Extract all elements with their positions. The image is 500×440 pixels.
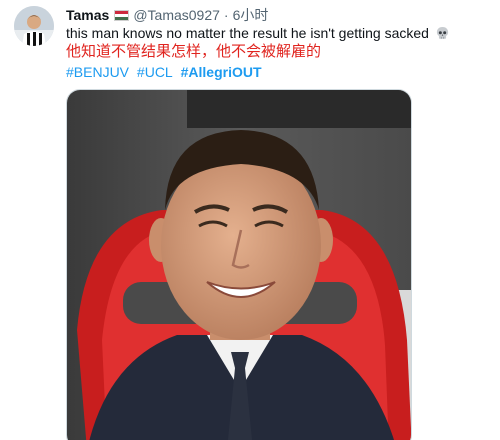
tweet-text-content: this man knows no matter the result he i…	[66, 25, 429, 41]
photo-illustration	[67, 90, 411, 440]
tweet-photo[interactable]	[66, 89, 412, 440]
separator-dot: ·	[223, 7, 229, 23]
translation-text: 他知道不管结果怎样，他不会被解雇的	[66, 43, 322, 60]
tweet-card[interactable]: Tamas @Tamas0927 · 6小时 this man knows no…	[0, 0, 500, 440]
skull-icon	[435, 26, 450, 45]
tweet-header: Tamas @Tamas0927 · 6小时	[66, 6, 268, 24]
hungary-flag-icon	[114, 9, 130, 21]
hashtag-allegriout[interactable]: #AllegriOUT	[181, 64, 262, 80]
tweet-text: this man knows no matter the result he i…	[66, 24, 450, 45]
hashtag-ucl[interactable]: #UCL	[137, 64, 173, 80]
hashtag-benjuv[interactable]: #BENJUV	[66, 64, 129, 80]
timestamp[interactable]: 6小时	[233, 5, 269, 25]
author-name[interactable]: Tamas	[66, 7, 109, 23]
hashtag-row: #BENJUV #UCL #AllegriOUT	[66, 63, 266, 81]
author-handle[interactable]: @Tamas0927	[133, 7, 220, 23]
avatar[interactable]	[14, 6, 54, 46]
